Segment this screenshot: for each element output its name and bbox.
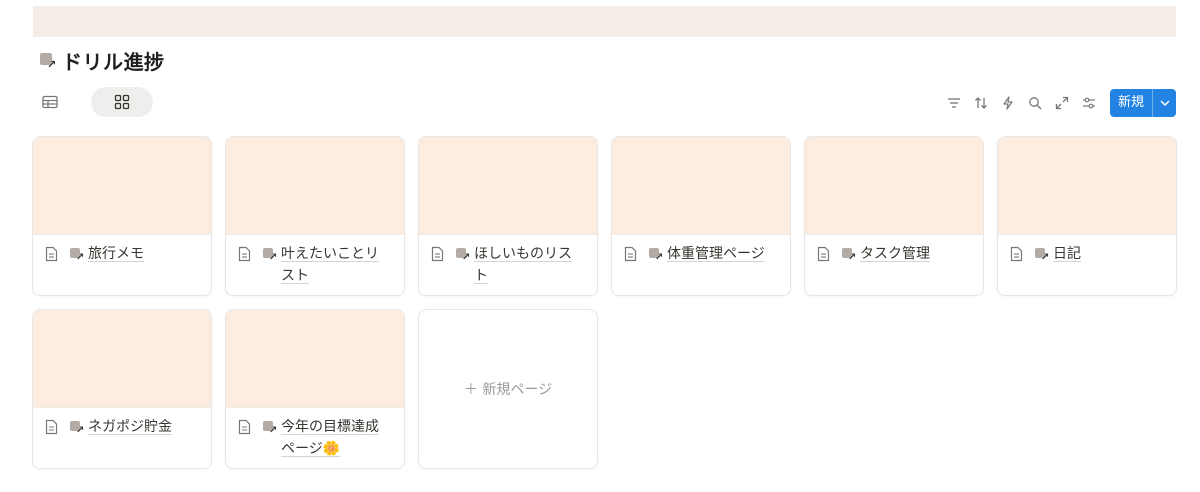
new-button[interactable]: 新規 <box>1110 89 1152 117</box>
card-cover <box>612 137 790 235</box>
card-title: ほしいものリスト <box>474 246 572 284</box>
new-button-group: 新規 <box>1109 89 1176 117</box>
card-title: 旅行メモ <box>88 246 144 262</box>
search-icon <box>1029 97 1042 110</box>
gallery-card[interactable]: ↗ 体重管理ページ <box>611 136 791 296</box>
card-title: タスク管理 <box>860 246 930 262</box>
table-view-button[interactable] <box>33 87 67 117</box>
view-tabs <box>33 87 153 117</box>
page-icon <box>238 243 256 265</box>
expand-button[interactable] <box>1049 89 1076 117</box>
gallery-card[interactable]: ↗ タスク管理 <box>804 136 984 296</box>
linked-page-icon: ↗ <box>262 419 279 436</box>
page-icon <box>45 243 63 265</box>
gallery-card[interactable]: ↗ 日記 <box>997 136 1177 296</box>
linked-page-icon: ↗ <box>648 246 665 263</box>
gallery-card[interactable]: ↗ 旅行メモ <box>32 136 212 296</box>
expand-icon <box>1056 96 1069 110</box>
card-cover <box>226 137 404 235</box>
sort-button[interactable] <box>968 89 995 117</box>
database-toolbar: 新規 <box>941 89 1176 117</box>
table-icon <box>42 95 58 109</box>
new-page-label: ＋ 新規ページ <box>463 382 553 398</box>
page-header: ↗ ドリル進捗 <box>38 46 165 74</box>
card-cover <box>998 137 1176 235</box>
page-banner <box>33 6 1176 37</box>
card-title: 体重管理ページ <box>667 246 765 262</box>
settings-icon <box>1083 97 1096 109</box>
gallery-view-button[interactable] <box>91 87 153 117</box>
chevron-down-icon <box>1159 100 1170 106</box>
card-cover <box>33 137 211 235</box>
linked-page-icon: ↗ <box>69 246 86 263</box>
linked-page-icon: ↗ <box>69 419 86 436</box>
page-icon <box>238 416 256 438</box>
page-icon <box>1010 243 1028 265</box>
card-title: 今年の目標達成ページ🌼 <box>281 419 379 457</box>
linked-page-icon: ↗ <box>841 246 858 263</box>
page-icon <box>45 416 63 438</box>
page-icon <box>817 243 835 265</box>
gallery-card[interactable]: ↗ ほしいものリスト <box>418 136 598 296</box>
page-icon <box>431 243 449 265</box>
card-cover <box>226 310 404 408</box>
card-title: ネガポジ貯金 <box>88 419 172 435</box>
card-cover <box>33 310 211 408</box>
linked-page-icon: ↗ <box>1034 246 1051 263</box>
settings-button[interactable] <box>1076 89 1103 117</box>
search-button[interactable] <box>1022 89 1049 117</box>
gallery-card[interactable]: ↗ ネガポジ貯金 <box>32 309 212 469</box>
automation-button[interactable] <box>995 89 1022 117</box>
gallery-card[interactable]: ↗ 叶えたいことリスト <box>225 136 405 296</box>
card-cover <box>805 137 983 235</box>
new-page-card[interactable]: ＋ 新規ページ <box>418 309 598 469</box>
card-title: 叶えたいことリスト <box>281 246 379 284</box>
card-title: 日記 <box>1053 246 1081 262</box>
linked-page-icon: ↗ <box>455 246 472 263</box>
page-icon <box>624 243 642 265</box>
sort-icon <box>975 97 988 109</box>
automation-icon <box>1003 96 1014 110</box>
page-title: ドリル進捗 <box>62 49 165 74</box>
filter-icon <box>948 98 961 108</box>
gallery-icon <box>114 94 130 110</box>
new-dropdown-button[interactable] <box>1152 89 1176 117</box>
filter-button[interactable] <box>941 89 968 117</box>
card-cover <box>419 137 597 235</box>
linked-page-icon: ↗ <box>38 50 58 70</box>
gallery-card[interactable]: ↗ 今年の目標達成ページ🌼 <box>225 309 405 469</box>
linked-page-icon: ↗ <box>262 246 279 263</box>
